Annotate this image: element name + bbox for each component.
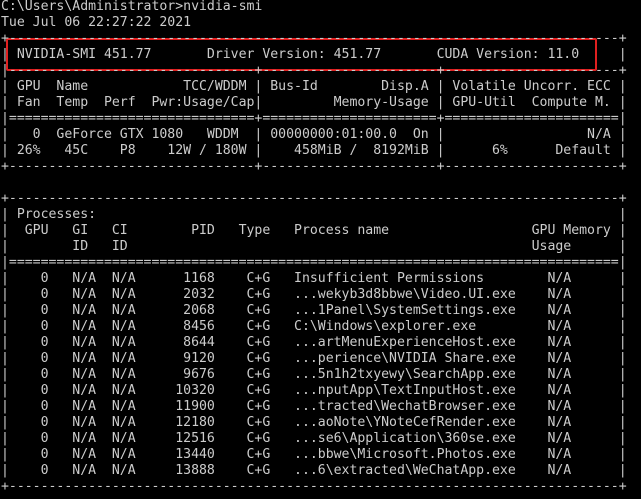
gpu-row-1: | 0 GeForce GTX 1080 WDDM | 00000000:01:… (1, 127, 627, 142)
terminal-window[interactable]: C:\Users\Administrator>nvidia-smi Tue Jul… (0, 0, 641, 499)
processes-title-line: | Processes: | (1, 207, 627, 222)
gpu-bottom-border: +-------------------------------+-------… (1, 159, 627, 174)
process-row: | 0 N/A N/A 10320 C+G ...nputApp\TextInp… (1, 383, 627, 398)
version-info-line: | NVIDIA-SMI 451.77 Driver Version: 451.… (1, 47, 627, 62)
process-row: | 0 N/A N/A 13440 C+G ...bbwe\Microsoft.… (1, 447, 627, 462)
process-row: | 0 N/A N/A 2032 C+G ...wekyb3d8bbwe\Vid… (1, 287, 627, 302)
process-top-border: +---------------------------------------… (1, 191, 627, 206)
process-row: | 0 N/A N/A 11900 C+G ...tracted\WechatB… (1, 399, 627, 414)
prompt-command-line: C:\Users\Administrator>nvidia-smi (1, 0, 263, 14)
gpu-row-2: | 26% 45C P8 12W / 180W | 458MiB / 8192M… (1, 143, 627, 158)
header-divider: |-------------------------------+-------… (1, 63, 627, 78)
process-column-header-1: | GPU GI CI PID Type Process name GPU Me… (1, 223, 627, 238)
timestamp-line: Tue Jul 06 22:27:22 2021 (1, 15, 192, 30)
gpu-column-header-1: | GPU Name TCC/WDDM | Bus-Id Disp.A | Vo… (1, 79, 627, 94)
process-column-header-2: | ID ID Usage | (1, 239, 627, 254)
process-row: | 0 N/A N/A 12180 C+G ...aoNote\YNoteCef… (1, 415, 627, 430)
process-row: | 0 N/A N/A 8456 C+G C:\Windows\explorer… (1, 319, 627, 334)
process-bottom-border: +---------------------------------------… (1, 479, 627, 494)
gpu-header-separator: |===============================+=======… (1, 111, 627, 126)
process-row: | 0 N/A N/A 2068 C+G ...1Panel\SystemSet… (1, 303, 627, 318)
process-row: | 0 N/A N/A 13888 C+G ...6\extracted\WeC… (1, 463, 627, 478)
process-row: | 0 N/A N/A 9676 C+G ...5n1h2txyewy\Sear… (1, 367, 627, 382)
process-row: | 0 N/A N/A 9120 C+G ...perience\NVIDIA … (1, 351, 627, 366)
process-header-separator: |=======================================… (1, 255, 627, 270)
header-top-border: +---------------------------------------… (1, 31, 627, 46)
process-row: | 0 N/A N/A 12516 C+G ...se6\Application… (1, 431, 627, 446)
gpu-column-header-2: | Fan Temp Perf Pwr:Usage/Cap| Memory-Us… (1, 95, 627, 110)
process-row: | 0 N/A N/A 1168 C+G Insufficient Permis… (1, 271, 627, 286)
process-row: | 0 N/A N/A 8644 C+G ...artMenuExperienc… (1, 335, 627, 350)
